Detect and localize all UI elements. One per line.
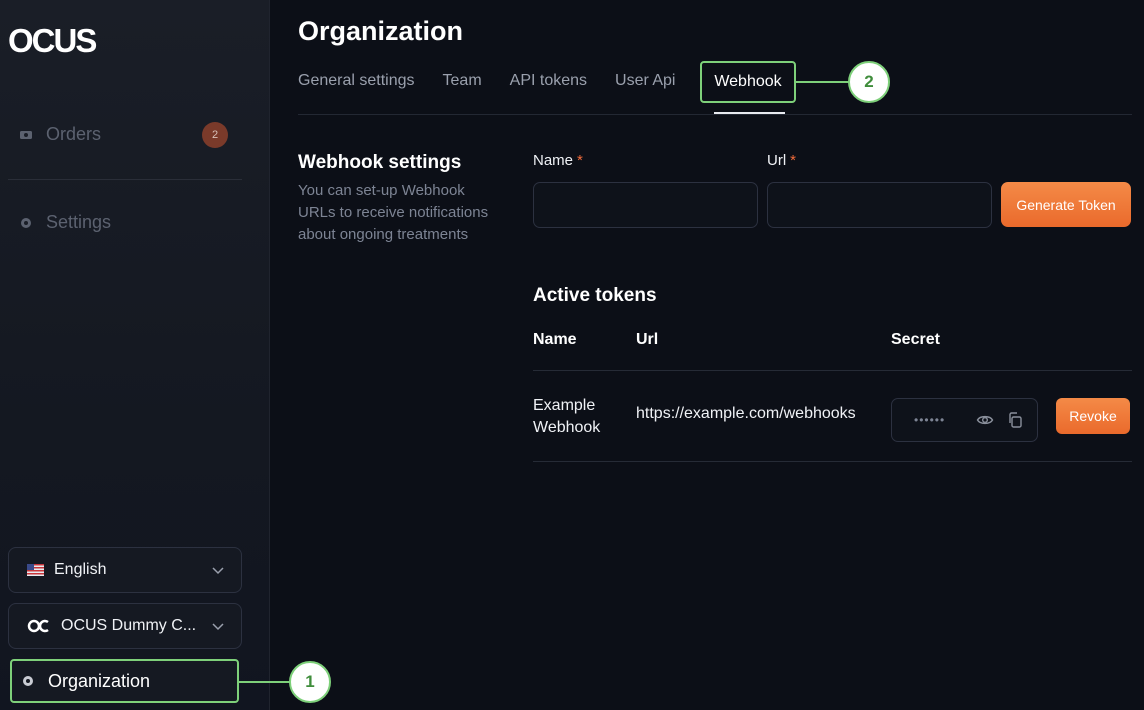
required-mark: *	[790, 152, 797, 169]
name-label-text: Name	[533, 152, 574, 169]
ocus-logo-icon	[27, 619, 49, 633]
us-flag-icon	[27, 564, 44, 576]
sidebar-item-label: Organization	[48, 670, 151, 691]
company-select[interactable]: OCUS Dummy C...	[8, 603, 242, 649]
callout-connector	[796, 81, 849, 83]
token-name: Example Webhook	[533, 397, 601, 436]
url-field-label: Url *	[767, 152, 796, 169]
eye-icon[interactable]	[976, 411, 994, 429]
webhook-settings-description: You can set-up Webhook URLs to receive n…	[298, 182, 489, 243]
sidebar-divider	[8, 179, 242, 180]
app-window: OCUS Orders 2 Settings English OCUS Dumm…	[0, 0, 1144, 710]
chevron-down-icon	[212, 623, 224, 631]
sidebar: OCUS Orders 2 Settings English OCUS Dumm…	[0, 0, 270, 710]
callout-marker: 2	[848, 61, 890, 103]
callout-connector	[239, 681, 290, 683]
tabs-divider	[298, 114, 1132, 115]
revoke-button[interactable]: Revoke	[1056, 398, 1130, 434]
url-label-text: Url	[767, 152, 787, 169]
name-field-label: Name *	[533, 152, 583, 169]
tab-bar: General settings Team API tokens User Ap…	[298, 72, 703, 90]
chevron-down-icon	[212, 567, 224, 575]
sidebar-item-label: Settings	[46, 212, 112, 232]
tab-user-api[interactable]: User Api	[615, 72, 675, 90]
orders-count-badge: 2	[202, 122, 228, 148]
sidebar-item-label: Orders	[46, 124, 102, 144]
tab-api-tokens[interactable]: API tokens	[510, 72, 587, 90]
sidebar-item-settings[interactable]: Settings	[20, 212, 111, 233]
token-secret-field: ••••••	[891, 398, 1038, 442]
table-divider	[533, 461, 1132, 462]
settings-icon	[21, 217, 31, 228]
ocus-logo: OCUS	[8, 22, 98, 58]
sidebar-item-organization[interactable]: Organization	[10, 659, 239, 703]
required-mark: *	[577, 152, 583, 169]
token-secret-masked: ••••••	[914, 413, 946, 427]
webhook-settings-title: Webhook settings	[298, 152, 462, 173]
generate-token-button[interactable]: Generate Token	[1001, 182, 1131, 227]
webhook-url-input[interactable]	[767, 182, 992, 228]
tab-webhook[interactable]: Webhook	[700, 61, 796, 103]
tab-general-settings[interactable]: General settings	[298, 72, 415, 90]
tab-team[interactable]: Team	[443, 72, 482, 90]
organization-icon	[23, 676, 33, 686]
svg-text:OCUS: OCUS	[8, 22, 96, 58]
callout-marker: 1	[289, 661, 331, 703]
column-header-name: Name	[533, 331, 577, 348]
table-divider	[533, 370, 1132, 371]
language-select[interactable]: English	[8, 547, 242, 593]
column-header-secret: Secret	[891, 331, 940, 348]
language-label: English	[54, 561, 107, 578]
page-title: Organization	[298, 16, 464, 46]
active-tokens-title: Active tokens	[533, 285, 657, 306]
orders-icon	[20, 130, 32, 139]
sidebar-item-orders[interactable]: Orders	[20, 124, 101, 145]
column-header-url: Url	[636, 331, 659, 348]
company-label: OCUS Dummy C...	[61, 617, 197, 634]
webhook-name-input[interactable]	[533, 182, 758, 228]
token-url: https://example.com/webhooks	[636, 405, 856, 422]
copy-icon[interactable]	[1006, 411, 1024, 429]
